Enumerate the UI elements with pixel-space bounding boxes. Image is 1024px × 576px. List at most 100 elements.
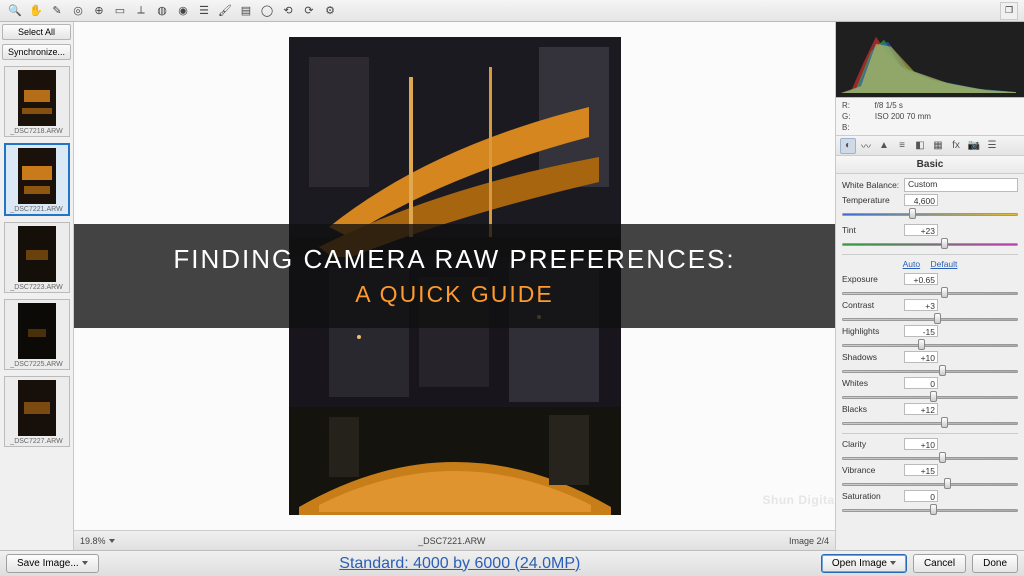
slider-label: Whites	[842, 378, 900, 388]
maximize-icon[interactable]: ❐	[1000, 2, 1018, 20]
select-all-button[interactable]: Select All	[2, 24, 71, 40]
highlights-slider[interactable]	[842, 339, 1018, 351]
target-icon[interactable]: ⊕	[90, 2, 108, 20]
slider-value[interactable]: +3	[904, 299, 938, 311]
thumb-label: _DSC7221.ARW	[9, 206, 65, 213]
auto-default-row: Auto Default	[842, 259, 1018, 269]
tab-split-icon[interactable]: ◧	[912, 138, 928, 154]
exposure-slider[interactable]	[842, 287, 1018, 299]
tab-presets-icon[interactable]: ☰	[984, 138, 1000, 154]
photo-metadata: R: f/8 1/5 s G: ISO 200 70 mm B:	[836, 98, 1024, 136]
vibrance-slider[interactable]	[842, 478, 1018, 490]
tab-basic-icon[interactable]: ◐	[840, 138, 856, 154]
eyedropper-icon[interactable]: ✎	[48, 2, 66, 20]
thumb-image	[18, 70, 56, 126]
slider-label: Clarity	[842, 439, 900, 449]
slider-value[interactable]: 0	[904, 490, 938, 502]
tint-value[interactable]: +23	[904, 224, 938, 236]
tab-detail-icon[interactable]: ▲	[876, 138, 892, 154]
canvas-area: FINDING CAMERA RAW PREFERENCES: A QUICK …	[74, 22, 836, 550]
grad-icon[interactable]: ▤	[237, 2, 255, 20]
tint-label: Tint	[842, 225, 900, 235]
zoom-indicator[interactable]: 19.8%	[80, 536, 115, 546]
done-button[interactable]: Done	[972, 554, 1018, 573]
rotate-right-icon[interactable]: ⟳	[300, 2, 318, 20]
adjust-icon[interactable]: ☰	[195, 2, 213, 20]
thumb-item[interactable]: _DSC7225.ARW	[4, 299, 70, 370]
slider-label: Saturation	[842, 491, 900, 501]
shadows-slider[interactable]	[842, 365, 1018, 377]
thumb-label: _DSC7218.ARW	[8, 128, 66, 135]
thumb-item[interactable]: _DSC7227.ARW	[4, 376, 70, 447]
brush-icon[interactable]: 🖌	[216, 2, 234, 20]
thumb-item[interactable]: _DSC7223.ARW	[4, 222, 70, 293]
tab-camera-icon[interactable]: 📷	[966, 138, 982, 154]
basic-controls: White Balance: Custom Temperature 4,600 …	[836, 174, 1024, 550]
tab-hsl-icon[interactable]: ≡	[894, 138, 910, 154]
cancel-button[interactable]: Cancel	[913, 554, 966, 573]
save-image-button[interactable]: Save Image...	[6, 554, 99, 573]
hand-icon[interactable]: ✋	[27, 2, 45, 20]
crop-icon[interactable]: ▭	[111, 2, 129, 20]
slider-value[interactable]: +12	[904, 403, 938, 415]
thumb-image	[18, 148, 56, 204]
overlay-title: FINDING CAMERA RAW PREFERENCES:	[74, 244, 835, 275]
temp-value[interactable]: 4,600	[904, 194, 938, 206]
radial-icon[interactable]: ◯	[258, 2, 276, 20]
panel-title: Basic	[836, 156, 1024, 174]
slider-value[interactable]: +15	[904, 464, 938, 476]
auto-link[interactable]: Auto	[903, 259, 921, 269]
wb-select[interactable]: Custom	[904, 178, 1018, 192]
thumb-image	[18, 226, 56, 282]
contrast-slider[interactable]	[842, 313, 1018, 325]
slider-value[interactable]: +10	[904, 351, 938, 363]
thumb-image	[18, 380, 56, 436]
slider-value[interactable]: +10	[904, 438, 938, 450]
tab-fx-icon[interactable]: fx	[948, 138, 964, 154]
sampler-icon[interactable]: ◎	[69, 2, 87, 20]
canvas[interactable]: FINDING CAMERA RAW PREFERENCES: A QUICK …	[74, 22, 835, 530]
default-link[interactable]: Default	[930, 259, 957, 269]
slider-value[interactable]: +0.65	[904, 273, 938, 285]
open-image-button[interactable]: Open Image	[821, 554, 907, 573]
thumb-item[interactable]: _DSC7218.ARW	[4, 66, 70, 137]
footer: Save Image... Standard: 4000 by 6000 (24…	[0, 550, 1024, 576]
slider-label: Vibrance	[842, 465, 900, 475]
blacks-slider[interactable]	[842, 417, 1018, 429]
slider-value[interactable]: 0	[904, 377, 938, 389]
temp-label: Temperature	[842, 195, 900, 205]
slider-value[interactable]: -15	[904, 325, 938, 337]
tab-lens-icon[interactable]: ▦	[930, 138, 946, 154]
thumb-item[interactable]: _DSC7221.ARW	[4, 143, 70, 216]
tab-curve-icon[interactable]: 〰	[858, 138, 874, 154]
slider-label: Highlights	[842, 326, 900, 336]
main-photo: FINDING CAMERA RAW PREFERENCES: A QUICK …	[289, 37, 621, 515]
slider-label: Blacks	[842, 404, 900, 414]
whites-slider[interactable]	[842, 391, 1018, 403]
prefs-icon[interactable]: ⚙	[321, 2, 339, 20]
page-indicator: Image 2/4	[789, 536, 829, 546]
temp-slider[interactable]	[842, 208, 1018, 220]
top-toolbar: 🔍 ✋ ✎ ◎ ⊕ ▭ ⟂ ◍ ◉ ☰ 🖌 ▤ ◯ ⟲ ⟳ ⚙ ❐	[0, 0, 1024, 22]
saturation-slider[interactable]	[842, 504, 1018, 516]
thumbnail-list: _DSC7218.ARW _DSC7221.ARW _DSC7223.ARW _…	[0, 62, 73, 550]
histogram[interactable]	[836, 22, 1024, 98]
thumb-label: _DSC7227.ARW	[8, 438, 66, 445]
clarity-slider[interactable]	[842, 452, 1018, 464]
rotate-left-icon[interactable]: ⟲	[279, 2, 297, 20]
redeye-icon[interactable]: ◉	[174, 2, 192, 20]
overlay-subtitle: A QUICK GUIDE	[74, 281, 835, 308]
filmstrip: Select All Synchronize... _DSC7218.ARW _…	[0, 22, 74, 550]
side-panel: R: f/8 1/5 s G: ISO 200 70 mm B: ◐ 〰 ▲ ≡…	[836, 22, 1024, 550]
panel-tabs: ◐ 〰 ▲ ≡ ◧ ▦ fx 📷 ☰	[836, 136, 1024, 156]
spot-icon[interactable]: ◍	[153, 2, 171, 20]
synchronize-button[interactable]: Synchronize...	[2, 44, 71, 60]
thumb-label: _DSC7225.ARW	[8, 361, 66, 368]
straighten-icon[interactable]: ⟂	[132, 2, 150, 20]
workflow-link[interactable]: Standard: 4000 by 6000 (24.0MP)	[339, 555, 580, 573]
brand-watermark: Shun Digital	[763, 493, 836, 507]
tint-slider[interactable]	[842, 238, 1018, 250]
zoom-icon[interactable]: 🔍	[6, 2, 24, 20]
thumb-label: _DSC7223.ARW	[8, 284, 66, 291]
slider-label: Exposure	[842, 274, 900, 284]
